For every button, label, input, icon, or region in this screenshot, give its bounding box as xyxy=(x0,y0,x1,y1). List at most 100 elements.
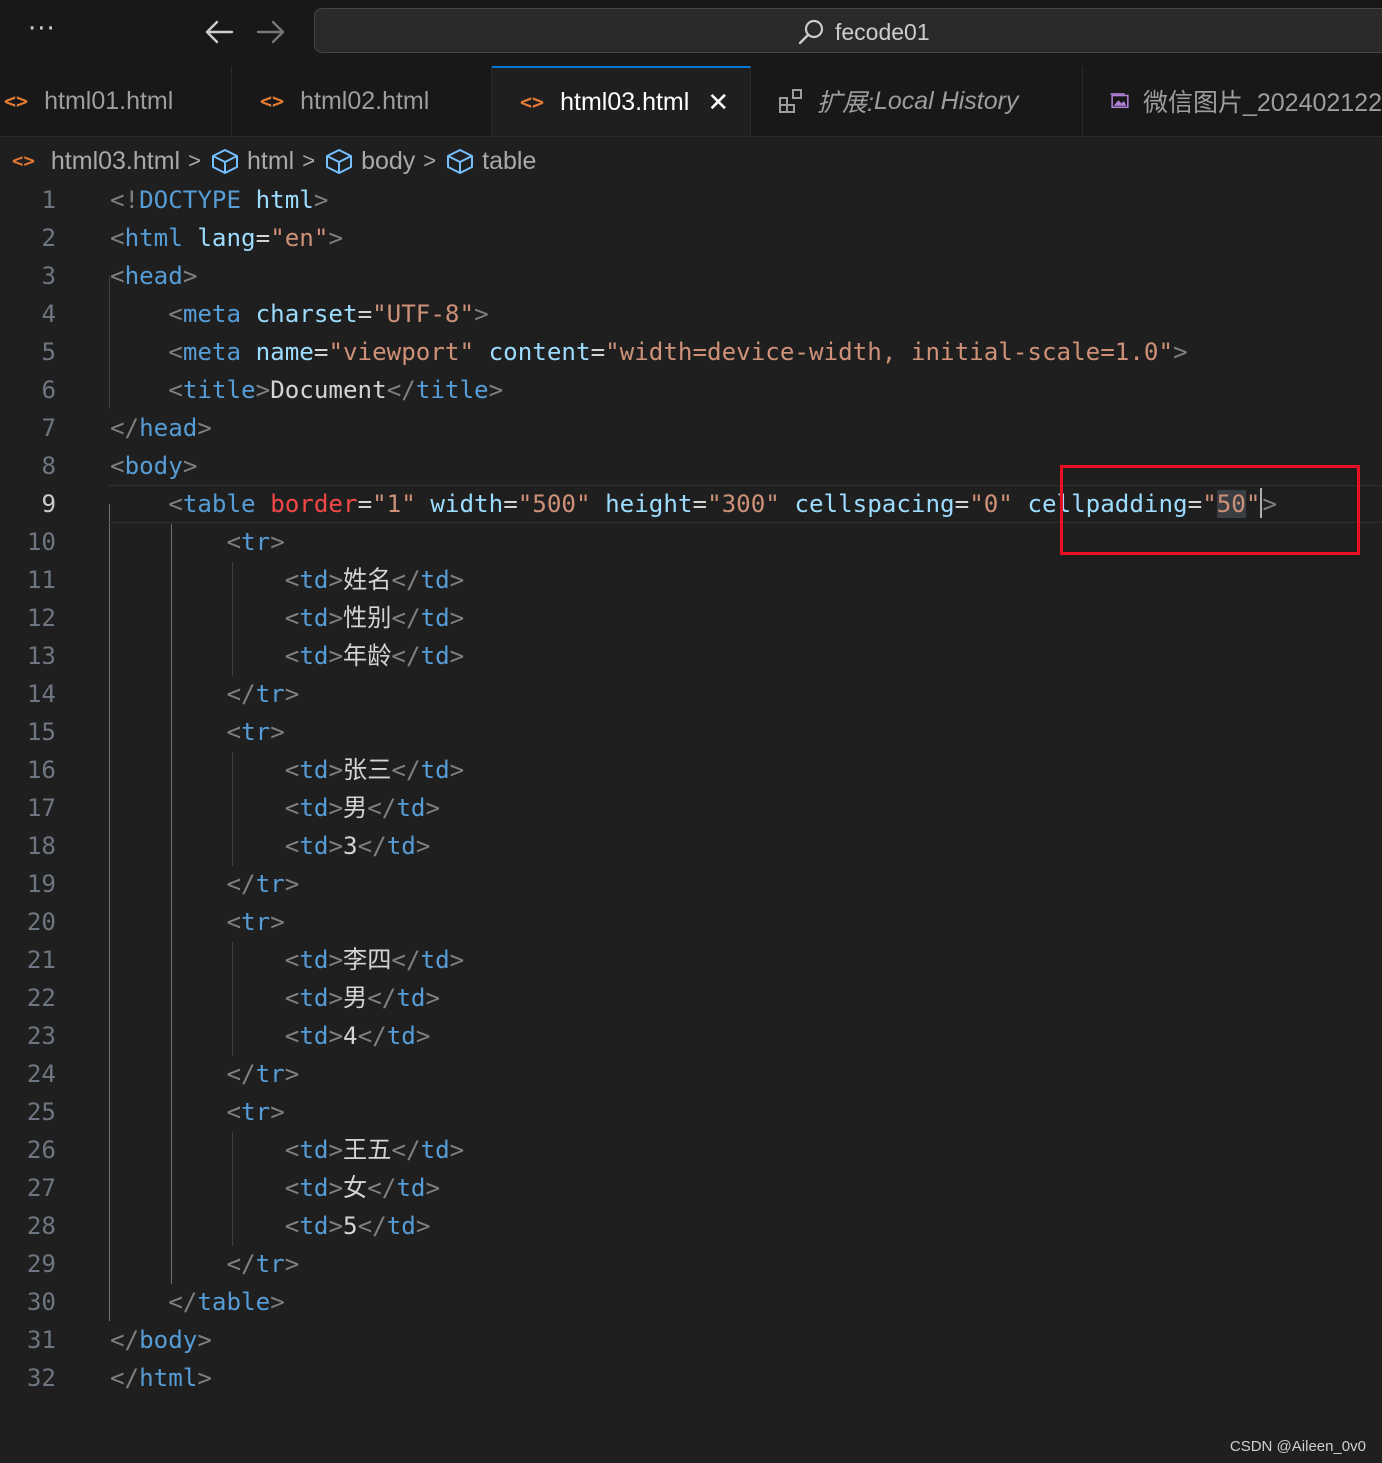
code-token: content xyxy=(488,338,591,366)
code-token: td xyxy=(396,794,426,822)
close-icon[interactable]: ✕ xyxy=(707,87,729,118)
code-line[interactable]: 32 </html> xyxy=(0,1359,1382,1397)
code-line[interactable]: 2 <html lang="en"> xyxy=(0,219,1382,257)
code-line[interactable]: 5 <meta name="viewport" content="width=d… xyxy=(0,333,1382,371)
code-text: <td>4</td> xyxy=(110,1017,431,1055)
code-token: td xyxy=(299,984,329,1012)
command-center-search[interactable]: fecode01 xyxy=(314,8,1382,53)
code-line[interactable]: 31 </body> xyxy=(0,1321,1382,1359)
code-line[interactable]: 14 </tr> xyxy=(0,675,1382,713)
code-line[interactable]: 18 <td>3</td> xyxy=(0,827,1382,865)
code-text: <td>女</td> xyxy=(110,1169,440,1207)
code-line[interactable]: 12 <td>性别</td> xyxy=(0,599,1382,637)
code-token: = xyxy=(954,490,970,518)
code-token: = xyxy=(357,490,373,518)
code-line[interactable]: 24 </tr> xyxy=(0,1055,1382,1093)
code-text: <title>Document</title> xyxy=(110,371,503,409)
code-line[interactable]: 16 <td>张三</td> xyxy=(0,751,1382,789)
code-line[interactable]: 17 <td>男</td> xyxy=(0,789,1382,827)
line-number: 11 xyxy=(26,566,56,594)
code-line[interactable]: 1 <!DOCTYPE html> xyxy=(0,181,1382,219)
more-icon[interactable]: ··· xyxy=(28,14,56,44)
code-text: <td>男</td> xyxy=(110,979,440,1017)
code-token: > xyxy=(284,680,300,708)
code-token: td xyxy=(299,946,329,974)
code-token: Document xyxy=(270,376,387,404)
code-token: < xyxy=(226,528,242,556)
code-token: > xyxy=(328,1136,343,1164)
code-token: td xyxy=(299,1136,329,1164)
code-token: 性别 xyxy=(343,604,392,632)
code-editor[interactable]: 1 <!DOCTYPE html> 2 <html lang="en"> 3 <head>… xyxy=(0,181,1382,1431)
tab-wechat-image[interactable]: 微信图片_202402122 xyxy=(1083,66,1382,136)
code-line[interactable]: 26 <td>王五</td> xyxy=(0,1131,1382,1169)
chevron-right-icon: > xyxy=(423,148,437,173)
code-line[interactable]: 6 <title>Document</title> xyxy=(0,371,1382,409)
code-line[interactable]: 11 <td>姓名</td> xyxy=(0,561,1382,599)
code-line[interactable]: 29 </tr> xyxy=(0,1245,1382,1283)
code-token: width xyxy=(430,490,504,518)
arrow-left-icon[interactable] xyxy=(202,17,236,47)
code-token: < xyxy=(226,718,242,746)
code-line[interactable]: 20 <tr> xyxy=(0,903,1382,941)
code-line[interactable]: 27 <td>女</td> xyxy=(0,1169,1382,1207)
code-token: < xyxy=(284,1136,300,1164)
breadcrumb-file[interactable]: html03.html xyxy=(51,147,180,176)
tab-html01[interactable]: <> html01.html xyxy=(0,66,232,136)
code-token: = xyxy=(590,338,606,366)
code-line[interactable]: 4 <meta charset="UTF-8"> xyxy=(0,295,1382,333)
code-token: td xyxy=(420,756,450,784)
code-line[interactable]: 13 <td>年龄</td> xyxy=(0,637,1382,675)
title-bar: ··· fecode01 xyxy=(0,0,1382,66)
code-line[interactable]: 7 </head> xyxy=(0,409,1382,447)
code-token: table xyxy=(197,1288,271,1316)
tab-local-history[interactable]: 扩展: Local History xyxy=(751,66,1083,136)
code-token: > xyxy=(270,718,285,746)
tab-html02[interactable]: <> html02.html xyxy=(232,66,492,136)
code-token: tr xyxy=(255,1060,285,1088)
code-line[interactable]: 19 </tr> xyxy=(0,865,1382,903)
code-token: "en" xyxy=(270,224,329,252)
code-token: 女 xyxy=(343,1174,368,1202)
tab-html03[interactable]: <> html03.html ✕ xyxy=(492,66,751,136)
line-number: 15 xyxy=(26,718,56,746)
code-token: td xyxy=(396,1174,426,1202)
code-token: > xyxy=(328,794,343,822)
breadcrumb-item-html[interactable]: html xyxy=(247,147,294,176)
code-line[interactable]: 15 <tr> xyxy=(0,713,1382,751)
code-token: > xyxy=(449,1136,465,1164)
code-token: table xyxy=(182,490,256,518)
code-line[interactable]: 23 <td>4</td> xyxy=(0,1017,1382,1055)
code-token: td xyxy=(299,1174,329,1202)
code-token: td xyxy=(299,832,329,860)
code-token: > xyxy=(425,1174,441,1202)
code-token: head xyxy=(124,262,183,290)
code-line[interactable]: 30 </table> xyxy=(0,1283,1382,1321)
code-line[interactable]: 21 <td>李四</td> xyxy=(0,941,1382,979)
code-token: 张三 xyxy=(343,756,392,784)
code-token: = xyxy=(692,490,708,518)
cube-icon xyxy=(325,148,353,174)
code-line[interactable]: 22 <td>男</td> xyxy=(0,979,1382,1017)
code-line[interactable]: 28 <td>5</td> xyxy=(0,1207,1382,1245)
code-text: <td>李四</td> xyxy=(110,941,464,979)
code-token: 男 xyxy=(343,794,368,822)
line-number: 26 xyxy=(26,1136,56,1164)
breadcrumb-item-body[interactable]: body xyxy=(361,147,415,176)
breadcrumb: <> html03.html > html > body > table xyxy=(12,142,536,180)
tab-label: html01.html xyxy=(44,86,174,115)
line-number: 21 xyxy=(26,946,56,974)
code-token: < xyxy=(284,642,300,670)
code-line[interactable]: 3 <head> xyxy=(0,257,1382,295)
code-line[interactable]: 25 <tr> xyxy=(0,1093,1382,1131)
code-token: > xyxy=(284,1250,300,1278)
arrow-right-icon[interactable] xyxy=(254,17,288,47)
breadcrumb-item-table[interactable]: table xyxy=(482,147,536,176)
